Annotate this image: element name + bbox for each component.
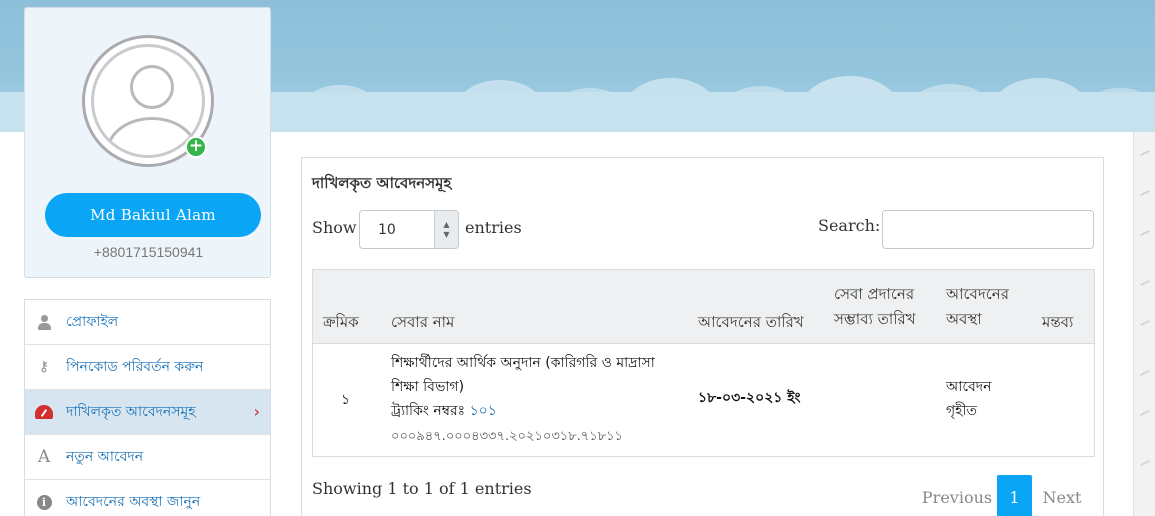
header-delivery-line2: সম্ভাব্য তারিখ [834,310,916,328]
key-icon: ⚷ [38,359,50,375]
font-a-icon: A [37,447,51,467]
header-status[interactable]: আবেদনের অবস্থা [946,282,1009,332]
pagination-previous[interactable]: Previous [912,475,1002,516]
cell-tracking: ট্র্যাকিং নম্বরঃ ১০১ [391,399,497,423]
sidebar-item-label: আবেদনের অবস্থা জানুন [66,494,201,510]
panel-title: দাখিলকৃত আবেদনসমূহ [312,174,452,192]
user-icon [35,313,53,331]
dashboard-icon [35,403,53,421]
table-info: Showing 1 to 1 of 1 entries [312,479,532,498]
cell-service-line1: শিক্ষার্থীদের আর্থিক অনুদান (কারিগরি ও ম… [391,355,655,371]
entries-label: entries [465,218,522,237]
header-status-line2: অবস্থা [946,310,982,328]
header-serial[interactable]: ক্রমিক [323,310,359,335]
pagination-page-1[interactable]: 1 [997,475,1032,516]
sidebar-item-profile[interactable]: প্রোফাইল [25,300,270,345]
cell-status: আবেদন গৃহীত [946,375,991,423]
decor-dash [1140,279,1150,287]
sidebar-menu: প্রোফাইল ⚷ পিনকোড পরিবর্তন করুন দাখিলকৃত… [24,299,271,516]
sidebar-item-change-pin[interactable]: ⚷ পিনকোড পরিবর্তন করুন [25,345,270,390]
chevron-right-icon: › [253,402,260,421]
decor-dash [1140,459,1150,467]
sidebar-item-label: দাখিলকৃত আবেদনসমূহ [66,404,196,420]
status-line1: আবেদন [946,379,992,395]
decor-dash [1140,189,1150,197]
applications-table: ক্রমিক সেবার নাম আবেদনের তারিখ সেবা প্রদ… [312,269,1095,457]
avatar-head-shape [130,65,174,109]
cell-service-line2: শিক্ষা বিভাগ) [391,379,465,395]
header-delivery-line1: সেবা প্রদানের [834,285,915,303]
decor-dash [1140,369,1150,377]
show-label: Show [312,218,357,237]
info-icon: i [35,493,53,511]
entries-select-value: 10 [378,222,396,238]
tracking-number-link[interactable]: ১০১ [470,403,497,419]
header-delivery-date[interactable]: সেবা প্রদানের সম্ভাব্য তারিখ [834,282,916,332]
status-line2: গৃহীত [946,403,978,419]
decor-dash [1140,319,1150,327]
tracking-code: ০০০৯৪৭.০০০৪৩৩৭.২০২১০৩১৮.৭১৮১১ [391,429,623,444]
decor-dash [1140,229,1150,237]
tracking-label: ট্র্যাকিং নম্বরঃ [391,403,466,419]
sidebar-item-application-status[interactable]: i আবেদনের অবস্থা জানুন [25,480,270,516]
cell-serial: ১ [341,392,351,408]
table-header: ক্রমিক সেবার নাম আবেদনের তারিখ সেবা প্রদ… [313,270,1094,344]
entries-per-page-select[interactable]: 10 ▲ ▼ [359,210,459,249]
profile-card: + Md Bakiul Alam +8801715150941 [24,7,271,278]
decor-dash [1140,149,1150,157]
search-label: Search: [818,216,881,235]
cell-application-date: ১৮-০৩-২০২১ ইং [698,390,801,406]
header-status-line1: আবেদনের [946,285,1009,303]
profile-phone: +8801715150941 [93,244,204,260]
pagination-next[interactable]: Next [1037,475,1087,516]
header-remarks[interactable]: মন্তব্য [1042,310,1073,335]
search-input[interactable] [882,210,1094,249]
add-photo-icon[interactable]: + [185,136,207,158]
applications-panel: দাখিলকৃত আবেদনসমূহ Show 10 ▲ ▼ entries Se… [301,157,1104,516]
sidebar-item-label: প্রোফাইল [66,314,119,330]
sidebar-item-label: পিনকোড পরিবর্তন করুন [66,359,204,375]
sidebar-item-new-application[interactable]: A নতুন আবেদন [25,435,270,480]
avatar-shoulders-shape [106,117,198,155]
header-application-date[interactable]: আবেদনের তারিখ [698,310,804,335]
select-arrows-icon: ▲ ▼ [434,211,458,248]
decor-dash [1140,409,1150,417]
profile-name-button[interactable]: Md Bakiul Alam [45,193,261,237]
sidebar-item-submitted-applications[interactable]: দাখিলকৃত আবেদনসমূহ › [25,390,270,435]
sidebar-item-label: নতুন আবেদন [66,449,144,465]
page-edge-decoration [1133,132,1155,516]
header-service-name[interactable]: সেবার নাম [391,310,454,335]
